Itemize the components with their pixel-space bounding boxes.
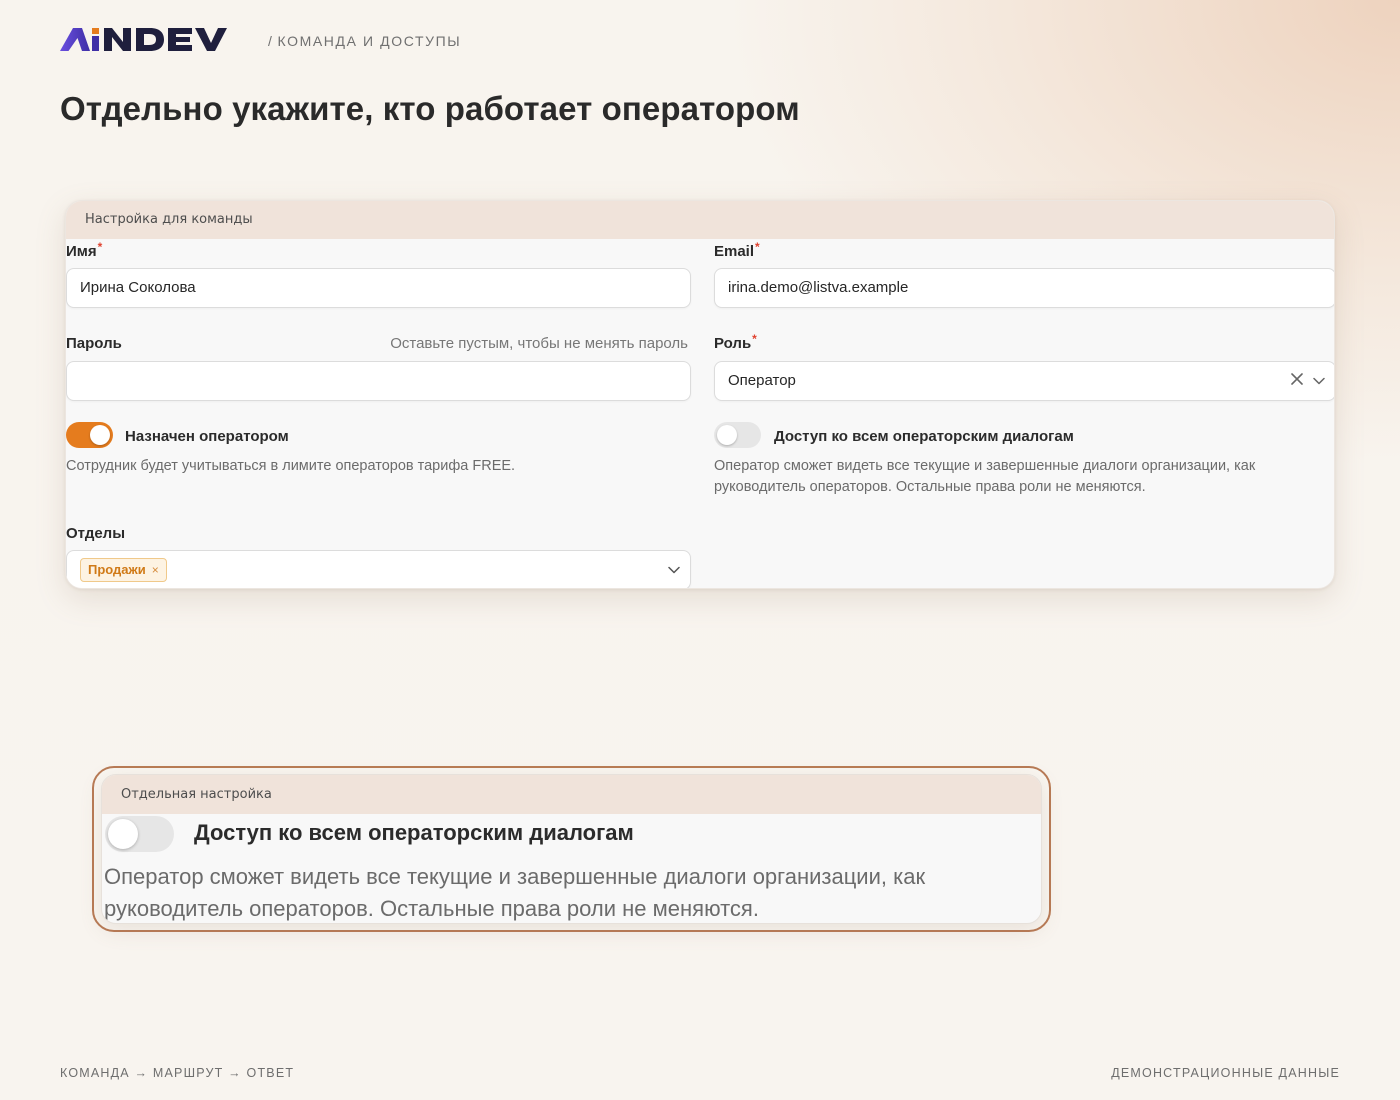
email-label: Email* (714, 240, 760, 260)
name-input-value: Ирина Соколова (80, 279, 196, 296)
zoom-description-line1: Оператор сможет видеть все текущие и зав… (104, 864, 926, 889)
departments-label: Отделы (66, 525, 126, 542)
card-section-title: Настройка для команды (66, 201, 1334, 239)
name-label: Имя* (66, 240, 103, 260)
toggle-knob (90, 425, 110, 445)
zoom-toggle-label: Доступ ко всем операторским диалогам (194, 820, 634, 845)
role-label-text: Роль (714, 335, 752, 352)
toggle-knob (108, 819, 138, 849)
operator-toggle-label: Назначен оператором (125, 428, 289, 445)
password-hint: Оставьте пустым, чтобы не менять пароль (390, 335, 688, 352)
departments-select[interactable]: Продажи × (66, 550, 691, 588)
tag-remove-icon[interactable]: × (152, 559, 159, 581)
logo-mark (60, 28, 227, 51)
dialogs-access-description-line1: Оператор сможет видеть все текущие и зав… (714, 458, 1256, 474)
email-input[interactable]: irina.demo@listva.example (714, 268, 1334, 308)
dialogs-access-toggle-label: Доступ ко всем операторским диалогам (774, 428, 1074, 445)
breadcrumb-separator: / (268, 33, 274, 49)
zoom-section-title: Отдельная настройка (102, 775, 1041, 814)
chevron-down-icon[interactable] (668, 551, 680, 588)
name-label-text: Имя (66, 243, 97, 260)
role-label: Роль* (714, 332, 757, 352)
required-mark: * (97, 240, 103, 254)
password-input[interactable] (66, 361, 691, 401)
breadcrumb: / КОМАНДА И ДОСТУПЫ (268, 33, 461, 49)
dialogs-access-description-line2: руководитель операторов. Остальные права… (714, 479, 1146, 495)
toggle-knob (717, 425, 737, 445)
brand-logo (60, 27, 242, 53)
required-mark: * (752, 332, 757, 346)
close-icon[interactable] (1291, 362, 1303, 400)
dialogs-access-toggle[interactable] (714, 422, 761, 448)
zoom-description-line2: руководитель операторов. Остальные права… (104, 896, 759, 921)
email-input-value: irina.demo@listva.example (728, 279, 909, 296)
team-settings-card: Настройка для команды Имя* Ирина Соколов… (65, 200, 1335, 589)
zoom-card: Отдельная настройка Доступ ко всем опера… (101, 774, 1042, 924)
zoom-highlight-frame: Отдельная настройка Доступ ко всем опера… (92, 766, 1051, 932)
password-label: Пароль (66, 335, 122, 352)
breadcrumb-current: КОМАНДА И ДОСТУПЫ (277, 33, 462, 49)
page-title: Отдельно укажите, кто работает операторо… (60, 90, 800, 127)
footer-flow: КОМАНДА → МАРШРУТ → ОТВЕТ (60, 1066, 295, 1080)
footer-demo-note: ДЕМОНСТРАЦИОННЫЕ ДАННЫЕ (1111, 1066, 1340, 1080)
required-mark: * (755, 240, 760, 254)
zoom-dialogs-access-toggle[interactable] (105, 816, 174, 852)
department-tag-label: Продажи (88, 562, 146, 577)
name-input[interactable]: Ирина Соколова (66, 268, 691, 308)
operator-toggle[interactable] (66, 422, 113, 448)
department-tag: Продажи × (80, 558, 167, 582)
role-select[interactable]: Оператор (714, 361, 1334, 401)
role-select-value: Оператор (728, 372, 796, 389)
email-label-text: Email (714, 243, 755, 260)
operator-toggle-description: Сотрудник будет учитываться в лимите опе… (66, 458, 516, 474)
chevron-down-icon[interactable] (1313, 362, 1325, 400)
